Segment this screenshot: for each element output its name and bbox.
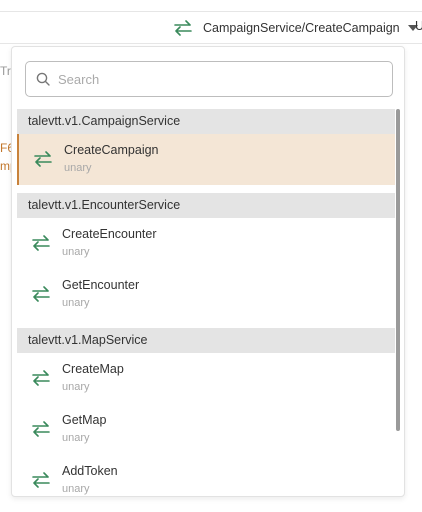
method-name: AddToken — [62, 464, 118, 478]
bidirectional-arrows-icon — [174, 20, 192, 36]
method-item[interactable]: CreateEncounter unary — [17, 218, 395, 269]
bidirectional-arrows-icon — [32, 472, 50, 488]
method-type: unary — [62, 297, 90, 309]
group-header: talevtt.v1.MapService — [17, 328, 395, 353]
method-item[interactable]: CreateCampaign unary — [17, 134, 395, 185]
method-name: GetMap — [62, 413, 107, 427]
method-type: unary — [62, 246, 90, 258]
method-selector[interactable]: CampaignService/CreateCampaign — [174, 18, 418, 38]
method-type: unary — [64, 162, 92, 174]
method-item[interactable]: GetMap unary — [17, 404, 395, 455]
method-name: CreateEncounter — [62, 227, 157, 241]
group-header: talevtt.v1.CampaignService — [17, 109, 395, 134]
search-input[interactable] — [58, 71, 378, 87]
selected-method-label: CampaignService/CreateCampaign — [203, 21, 400, 35]
method-name: CreateCampaign — [64, 143, 159, 157]
scrollbar-thumb[interactable] — [396, 109, 400, 431]
bidirectional-arrows-icon — [32, 421, 50, 437]
method-name: CreateMap — [62, 362, 124, 376]
method-type: unary — [62, 483, 90, 495]
method-type: unary — [62, 432, 90, 444]
bidirectional-arrows-icon — [32, 286, 50, 302]
bidirectional-arrows-icon — [32, 235, 50, 251]
method-name: GetEncounter — [62, 278, 140, 292]
method-item[interactable]: CreateMap unary — [17, 353, 395, 404]
group-header: talevtt.v1.EncounterService — [17, 193, 395, 218]
bidirectional-arrows-icon — [32, 370, 50, 386]
search-box[interactable] — [25, 61, 393, 97]
method-item[interactable]: AddToken unary — [17, 455, 395, 496]
overflow-text: U — [415, 19, 422, 33]
bidirectional-arrows-icon — [34, 151, 52, 167]
method-dropdown: talevtt.v1.CampaignService CreateCampaig… — [11, 46, 405, 497]
search-icon — [36, 72, 50, 86]
method-item[interactable]: GetEncounter unary — [17, 269, 395, 320]
method-toolbar: CampaignService/CreateCampaign U — [0, 12, 422, 44]
method-type: unary — [62, 381, 90, 393]
method-list: talevtt.v1.CampaignService CreateCampaig… — [17, 109, 395, 496]
